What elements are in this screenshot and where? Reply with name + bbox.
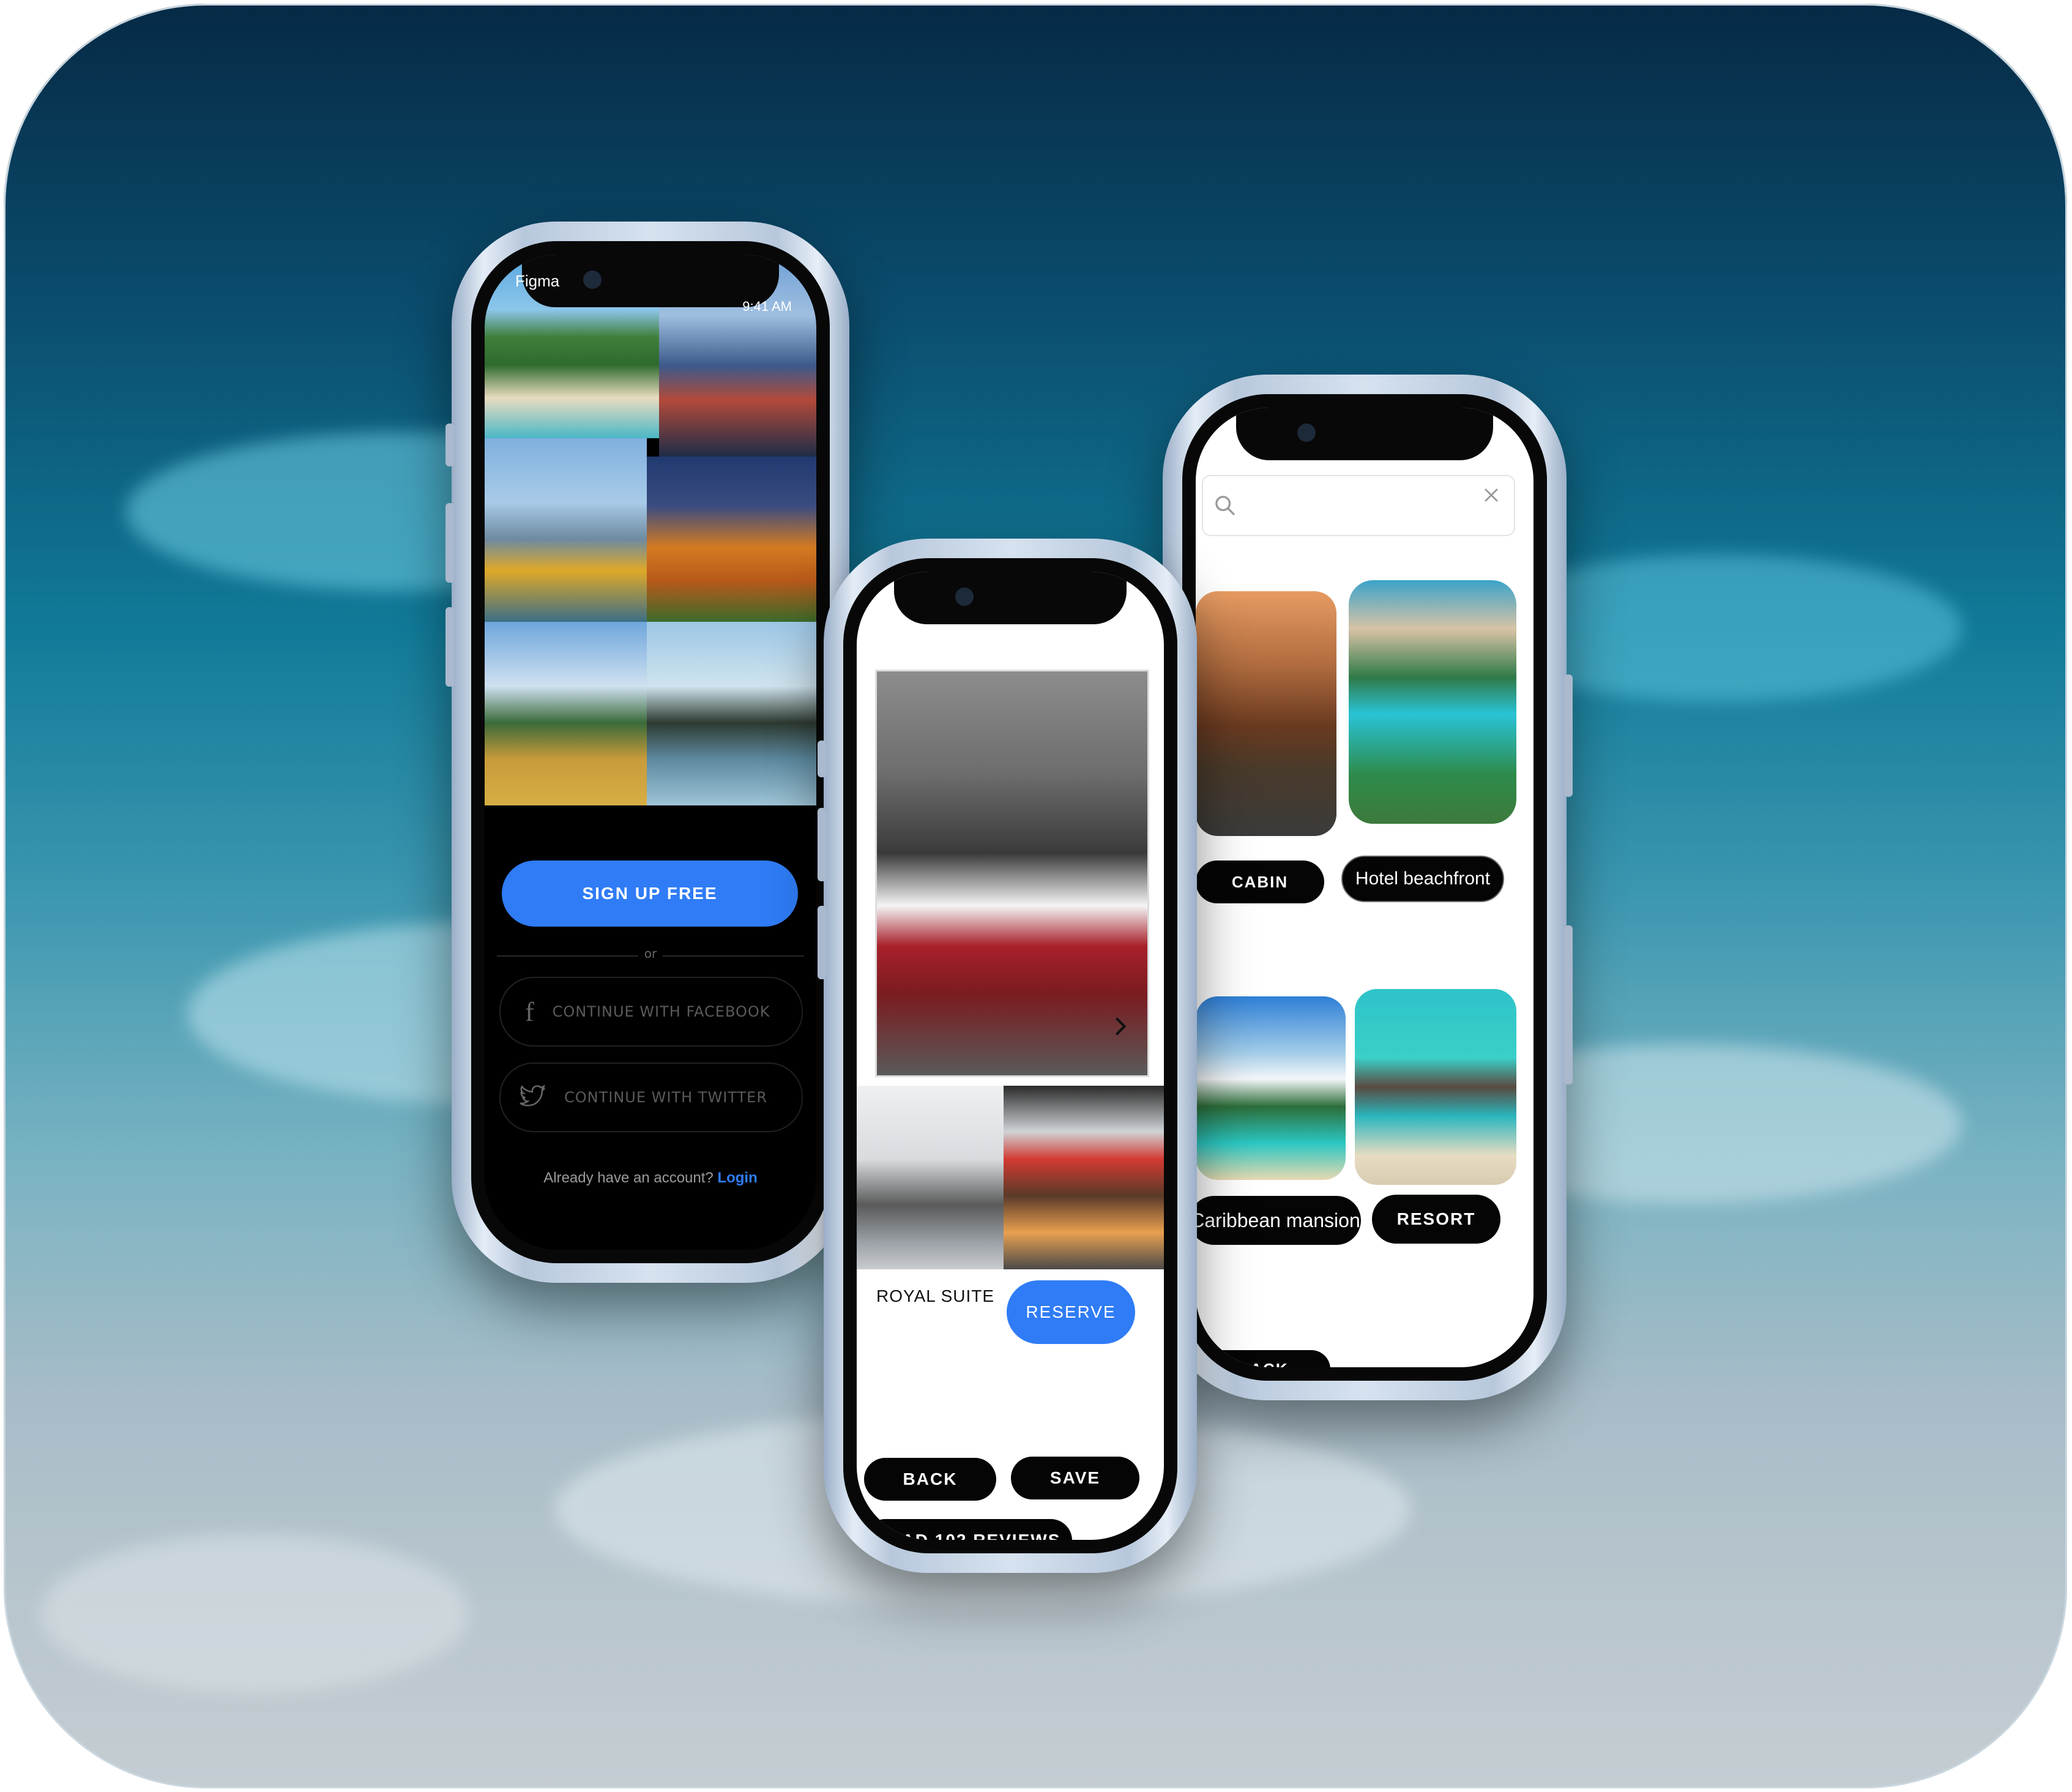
- photo-cabin[interactable]: [1196, 591, 1336, 836]
- close-icon[interactable]: [1481, 485, 1502, 506]
- photo-caribbean-mansion[interactable]: [1196, 996, 1346, 1180]
- phone-side-button: [445, 424, 454, 466]
- back-button[interactable]: BACK: [1196, 1350, 1330, 1367]
- photo-resort[interactable]: [1355, 989, 1516, 1185]
- photo-temple[interactable]: [647, 622, 816, 805]
- twitter-label: CONTINUE WITH TWITTER: [564, 1089, 768, 1106]
- photo-bedroom[interactable]: [875, 670, 1149, 1077]
- room-name: ROYAL SUITE: [876, 1286, 995, 1305]
- search-input[interactable]: [1246, 488, 1469, 520]
- facebook-icon: f: [525, 996, 534, 1027]
- phone-side-button: [445, 607, 454, 687]
- divider-text: or: [638, 946, 663, 961]
- login-link[interactable]: Login: [717, 1170, 757, 1186]
- phone-side-button: [445, 503, 454, 583]
- twitter-button[interactable]: CONTINUE WITH TWITTER: [499, 1062, 803, 1132]
- status-carrier: Figma: [515, 272, 560, 290]
- phone-notch: [1236, 408, 1493, 460]
- login-row: Already have an account? Login: [485, 1170, 816, 1187]
- search-bar[interactable]: [1202, 475, 1515, 536]
- signup-button[interactable]: SIGN UP FREE: [502, 861, 798, 927]
- photo-buddha-city[interactable]: [485, 438, 647, 622]
- phone-notch: [894, 572, 1127, 624]
- phone-side-button: [818, 906, 826, 979]
- login-prompt: Already have an account?: [543, 1170, 714, 1186]
- chevron-right-icon[interactable]: [1108, 1014, 1133, 1039]
- facebook-label: CONTINUE WITH FACEBOOK: [552, 1003, 770, 1020]
- status-time: 9:41 AM: [742, 299, 792, 314]
- category-hotel-beachfront[interactable]: Hotel beachfront: [1341, 856, 1504, 902]
- category-caribbean-mansion[interactable]: Caribbean mansion: [1196, 1196, 1361, 1245]
- phone-categories: CABIN Hotel beachfront Caribbean mansion…: [1163, 375, 1573, 1400]
- back-button[interactable]: BACK: [864, 1458, 996, 1501]
- phone-side-button: [1564, 674, 1573, 797]
- category-cabin[interactable]: CABIN: [1196, 861, 1324, 903]
- photo-giraffes[interactable]: [485, 622, 647, 805]
- facebook-button[interactable]: f CONTINUE WITH FACEBOOK: [499, 977, 803, 1047]
- phone-signup: Figma 9:41 AM SIGN UP FREE or f CONTINUE…: [445, 222, 849, 1283]
- phone-side-button: [818, 808, 826, 881]
- photo-palace[interactable]: [647, 457, 816, 622]
- twitter-icon: [520, 1085, 545, 1107]
- phone-room-detail: ROYAL SUITE RESERVE BACK SAVE READ 102 R…: [818, 539, 1197, 1573]
- reserve-button[interactable]: RESERVE: [1007, 1280, 1135, 1344]
- phone-notch: [522, 255, 779, 307]
- photo-hotel-beachfront[interactable]: [1349, 580, 1516, 824]
- search-icon: [1215, 496, 1235, 516]
- photo-bathroom[interactable]: [857, 1086, 1004, 1269]
- phone-side-button: [1564, 925, 1573, 1085]
- phone-side-button: [818, 741, 826, 777]
- read-reviews-button[interactable]: READ 102 REVIEWS: [864, 1519, 1072, 1540]
- category-resort[interactable]: RESORT: [1372, 1195, 1500, 1244]
- save-button[interactable]: SAVE: [1011, 1457, 1139, 1499]
- photo-lounge[interactable]: [1004, 1086, 1164, 1269]
